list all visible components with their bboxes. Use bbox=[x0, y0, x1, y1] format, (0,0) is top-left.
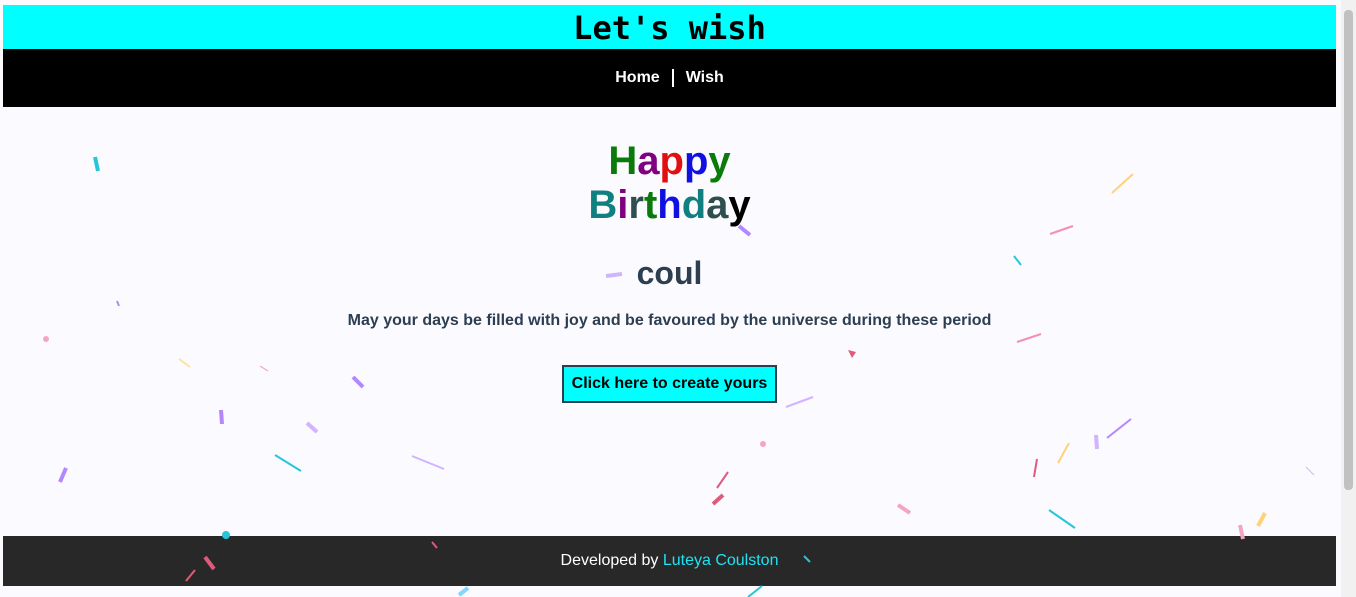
greeting-letter: p bbox=[683, 139, 709, 183]
page: Let's wish Home Wish Happy Birthday coul… bbox=[3, 5, 1336, 597]
author-link[interactable]: Luteya Coulston bbox=[663, 552, 779, 569]
recipient-name: coul bbox=[636, 255, 703, 291]
greeting-letter: i bbox=[617, 183, 629, 227]
greeting-letter: a bbox=[637, 139, 660, 183]
wish-message: May your days be filled with joy and be … bbox=[347, 312, 992, 329]
birthday-greeting: Happy Birthday bbox=[3, 139, 1336, 227]
create-wish-button[interactable]: Click here to create yours bbox=[562, 365, 777, 403]
greeting-letter: d bbox=[681, 183, 707, 227]
footer-credit-text: Developed by bbox=[560, 552, 663, 569]
greeting-letter: t bbox=[643, 183, 658, 227]
greeting-line-2: Birthday bbox=[3, 183, 1336, 227]
greeting-letter: r bbox=[628, 183, 644, 227]
nav-home-link[interactable]: Home bbox=[603, 69, 671, 87]
site-footer: Developed by Luteya Coulston bbox=[3, 536, 1336, 586]
greeting-letter: a bbox=[706, 183, 729, 227]
greeting-letter: y bbox=[708, 139, 731, 183]
main-content: Happy Birthday coul May your days be fil… bbox=[3, 107, 1336, 536]
greeting-line-1: Happy bbox=[3, 139, 1336, 183]
page-scrollbar[interactable] bbox=[1341, 0, 1356, 597]
main-nav: Home Wish bbox=[3, 49, 1336, 107]
nav-wish-link[interactable]: Wish bbox=[674, 69, 736, 87]
scrollbar-thumb[interactable] bbox=[1344, 10, 1353, 490]
site-header: Let's wish bbox=[3, 5, 1336, 49]
greeting-letter: B bbox=[588, 183, 618, 227]
greeting-letter: p bbox=[659, 139, 684, 183]
greeting-letter: h bbox=[657, 183, 682, 227]
greeting-letter: y bbox=[728, 183, 751, 227]
site-title: Let's wish bbox=[573, 9, 766, 47]
greeting-letter: H bbox=[608, 139, 638, 183]
